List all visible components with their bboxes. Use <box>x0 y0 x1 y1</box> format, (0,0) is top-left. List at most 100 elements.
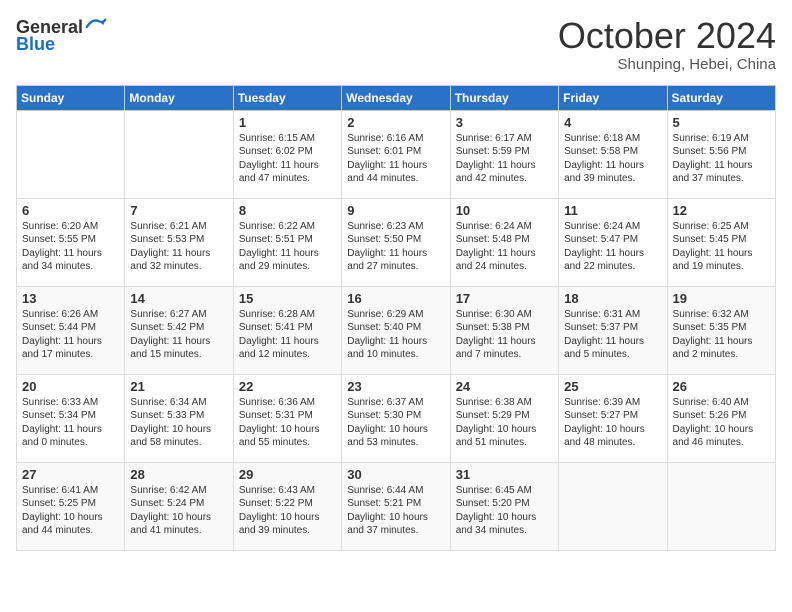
cell-content: Sunrise: 6:44 AM Sunset: 5:21 PM Dayligh… <box>347 484 444 538</box>
day-number: 3 <box>456 115 553 130</box>
calendar-cell: 26 Sunrise: 6:40 AM Sunset: 5:26 PM Dayli… <box>667 374 775 462</box>
weekday-header: Friday <box>559 85 667 110</box>
calendar-cell: 21 Sunrise: 6:34 AM Sunset: 5:33 PM Dayli… <box>125 374 233 462</box>
day-number: 28 <box>130 467 227 482</box>
calendar-cell <box>125 110 233 198</box>
calendar-cell: 20 Sunrise: 6:33 AM Sunset: 5:34 PM Dayli… <box>17 374 125 462</box>
logo: General Blue <box>16 16 107 55</box>
day-number: 14 <box>130 291 227 306</box>
day-number: 20 <box>22 379 119 394</box>
calendar-cell: 25Sunrise: 6:39 AM Sunset: 5:27 PM Dayli… <box>559 374 667 462</box>
day-number: 6 <box>22 203 119 218</box>
weekday-header: Monday <box>125 85 233 110</box>
calendar-cell: 6 Sunrise: 6:20 AM Sunset: 5:55 PM Daylig… <box>17 198 125 286</box>
cell-content: Sunrise: 6:38 AM Sunset: 5:29 PM Dayligh… <box>456 396 553 450</box>
calendar-cell: 5 Sunrise: 6:19 AM Sunset: 5:56 PM Daylig… <box>667 110 775 198</box>
day-number: 13 <box>22 291 119 306</box>
cell-content: Sunrise: 6:31 AM Sunset: 5:37 PM Dayligh… <box>564 308 661 362</box>
calendar-cell: 19Sunrise: 6:32 AM Sunset: 5:35 PM Dayli… <box>667 286 775 374</box>
location-title: Shunping, Hebei, China <box>558 56 776 73</box>
day-number: 31 <box>456 467 553 482</box>
day-number: 29 <box>239 467 336 482</box>
day-number: 24 <box>456 379 553 394</box>
calendar-cell: 3 Sunrise: 6:17 AM Sunset: 5:59 PM Daylig… <box>450 110 558 198</box>
cell-content: Sunrise: 6:19 AM Sunset: 5:56 PM Dayligh… <box>673 132 770 186</box>
logo-icon <box>85 16 107 38</box>
weekday-header: Saturday <box>667 85 775 110</box>
calendar-cell: 18Sunrise: 6:31 AM Sunset: 5:37 PM Dayli… <box>559 286 667 374</box>
weekday-header: Thursday <box>450 85 558 110</box>
calendar-cell: 9 Sunrise: 6:23 AM Sunset: 5:50 PM Daylig… <box>342 198 450 286</box>
cell-content: Sunrise: 6:15 AM Sunset: 6:02 PM Dayligh… <box>239 132 336 186</box>
day-number: 2 <box>347 115 444 130</box>
day-number: 17 <box>456 291 553 306</box>
calendar-cell: 22 Sunrise: 6:36 AM Sunset: 5:31 PM Dayli… <box>233 374 341 462</box>
cell-content: Sunrise: 6:33 AM Sunset: 5:34 PM Dayligh… <box>22 396 119 450</box>
calendar-cell <box>667 462 775 550</box>
calendar-cell <box>559 462 667 550</box>
calendar-cell: 12 Sunrise: 6:25 AM Sunset: 5:45 PM Dayli… <box>667 198 775 286</box>
day-number: 9 <box>347 203 444 218</box>
calendar-cell: 31Sunrise: 6:45 AM Sunset: 5:20 PM Dayli… <box>450 462 558 550</box>
day-number: 11 <box>564 203 661 218</box>
cell-content: Sunrise: 6:23 AM Sunset: 5:50 PM Dayligh… <box>347 220 444 274</box>
day-number: 16 <box>347 291 444 306</box>
calendar-cell: 23 Sunrise: 6:37 AM Sunset: 5:30 PM Dayli… <box>342 374 450 462</box>
cell-content: Sunrise: 6:20 AM Sunset: 5:55 PM Dayligh… <box>22 220 119 274</box>
cell-content: Sunrise: 6:29 AM Sunset: 5:40 PM Dayligh… <box>347 308 444 362</box>
cell-content: Sunrise: 6:17 AM Sunset: 5:59 PM Dayligh… <box>456 132 553 186</box>
cell-content: Sunrise: 6:36 AM Sunset: 5:31 PM Dayligh… <box>239 396 336 450</box>
calendar-cell: 13 Sunrise: 6:26 AM Sunset: 5:44 PM Dayli… <box>17 286 125 374</box>
day-number: 27 <box>22 467 119 482</box>
calendar-cell: 11 Sunrise: 6:24 AM Sunset: 5:47 PM Dayli… <box>559 198 667 286</box>
day-number: 5 <box>673 115 770 130</box>
cell-content: Sunrise: 6:25 AM Sunset: 5:45 PM Dayligh… <box>673 220 770 274</box>
cell-content: Sunrise: 6:21 AM Sunset: 5:53 PM Dayligh… <box>130 220 227 274</box>
day-number: 4 <box>564 115 661 130</box>
calendar-cell <box>17 110 125 198</box>
title-block: October 2024 Shunping, Hebei, China <box>558 16 776 73</box>
cell-content: Sunrise: 6:32 AM Sunset: 5:35 PM Dayligh… <box>673 308 770 362</box>
day-number: 12 <box>673 203 770 218</box>
cell-content: Sunrise: 6:16 AM Sunset: 6:01 PM Dayligh… <box>347 132 444 186</box>
calendar-cell: 1 Sunrise: 6:15 AM Sunset: 6:02 PM Daylig… <box>233 110 341 198</box>
calendar-week-row: 1 Sunrise: 6:15 AM Sunset: 6:02 PM Daylig… <box>17 110 776 198</box>
cell-content: Sunrise: 6:24 AM Sunset: 5:47 PM Dayligh… <box>564 220 661 274</box>
day-number: 21 <box>130 379 227 394</box>
cell-content: Sunrise: 6:40 AM Sunset: 5:26 PM Dayligh… <box>673 396 770 450</box>
calendar-week-row: 6 Sunrise: 6:20 AM Sunset: 5:55 PM Daylig… <box>17 198 776 286</box>
cell-content: Sunrise: 6:28 AM Sunset: 5:41 PM Dayligh… <box>239 308 336 362</box>
logo-blue: Blue <box>16 34 55 55</box>
cell-content: Sunrise: 6:26 AM Sunset: 5:44 PM Dayligh… <box>22 308 119 362</box>
cell-content: Sunrise: 6:39 AM Sunset: 5:27 PM Dayligh… <box>564 396 661 450</box>
calendar-week-row: 20 Sunrise: 6:33 AM Sunset: 5:34 PM Dayli… <box>17 374 776 462</box>
calendar-cell: 30Sunrise: 6:44 AM Sunset: 5:21 PM Dayli… <box>342 462 450 550</box>
month-title: October 2024 <box>558 16 776 56</box>
cell-content: Sunrise: 6:34 AM Sunset: 5:33 PM Dayligh… <box>130 396 227 450</box>
day-number: 26 <box>673 379 770 394</box>
page-header: General Blue October 2024 Shunping, Hebe… <box>16 16 776 73</box>
day-number: 10 <box>456 203 553 218</box>
calendar-cell: 29 Sunrise: 6:43 AM Sunset: 5:22 PM Dayli… <box>233 462 341 550</box>
cell-content: Sunrise: 6:37 AM Sunset: 5:30 PM Dayligh… <box>347 396 444 450</box>
calendar-week-row: 27Sunrise: 6:41 AM Sunset: 5:25 PM Dayli… <box>17 462 776 550</box>
day-number: 8 <box>239 203 336 218</box>
day-number: 23 <box>347 379 444 394</box>
cell-content: Sunrise: 6:42 AM Sunset: 5:24 PM Dayligh… <box>130 484 227 538</box>
calendar-cell: 4Sunrise: 6:18 AM Sunset: 5:58 PM Daylig… <box>559 110 667 198</box>
calendar-cell: 27Sunrise: 6:41 AM Sunset: 5:25 PM Dayli… <box>17 462 125 550</box>
cell-content: Sunrise: 6:43 AM Sunset: 5:22 PM Dayligh… <box>239 484 336 538</box>
weekday-header-row: SundayMondayTuesdayWednesdayThursdayFrid… <box>17 85 776 110</box>
calendar-week-row: 13 Sunrise: 6:26 AM Sunset: 5:44 PM Dayli… <box>17 286 776 374</box>
calendar-cell: 24 Sunrise: 6:38 AM Sunset: 5:29 PM Dayli… <box>450 374 558 462</box>
day-number: 15 <box>239 291 336 306</box>
day-number: 1 <box>239 115 336 130</box>
day-number: 22 <box>239 379 336 394</box>
calendar-cell: 16 Sunrise: 6:29 AM Sunset: 5:40 PM Dayli… <box>342 286 450 374</box>
calendar-cell: 10 Sunrise: 6:24 AM Sunset: 5:48 PM Dayli… <box>450 198 558 286</box>
cell-content: Sunrise: 6:27 AM Sunset: 5:42 PM Dayligh… <box>130 308 227 362</box>
calendar-cell: 28 Sunrise: 6:42 AM Sunset: 5:24 PM Dayli… <box>125 462 233 550</box>
cell-content: Sunrise: 6:24 AM Sunset: 5:48 PM Dayligh… <box>456 220 553 274</box>
calendar-cell: 2 Sunrise: 6:16 AM Sunset: 6:01 PM Daylig… <box>342 110 450 198</box>
calendar-cell: 15 Sunrise: 6:28 AM Sunset: 5:41 PM Dayli… <box>233 286 341 374</box>
